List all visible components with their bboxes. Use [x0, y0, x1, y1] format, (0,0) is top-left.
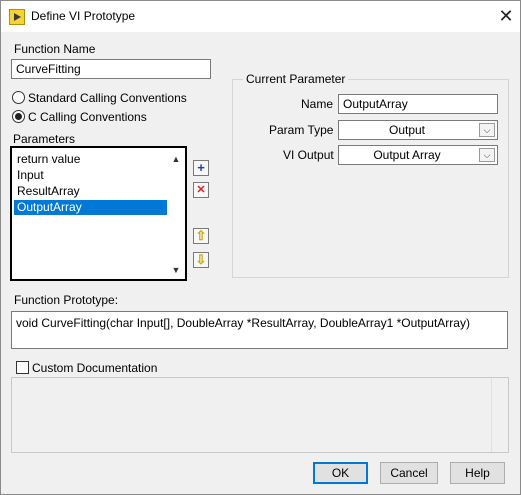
list-item[interactable]: Input	[14, 168, 167, 183]
list-item[interactable]: return value	[14, 152, 167, 167]
window-title: Define VI Prototype	[31, 9, 136, 23]
param-type-value: Output	[388, 123, 426, 137]
move-up-button[interactable]: ⇧	[193, 228, 209, 244]
app-icon	[9, 9, 25, 25]
standard-calling-radio[interactable]	[12, 91, 25, 104]
list-item[interactable]: ResultArray	[14, 184, 167, 199]
doc-scrollbar[interactable]	[491, 378, 508, 452]
standard-calling-label[interactable]: Standard Calling Conventions	[28, 91, 187, 105]
remove-parameter-button[interactable]: ✕	[193, 182, 209, 198]
vi-output-label: VI Output	[283, 148, 334, 162]
parameters-label: Parameters	[13, 132, 76, 146]
custom-doc-label[interactable]: Custom Documentation	[32, 361, 157, 375]
chevron-down-icon[interactable]: ⌵	[479, 148, 495, 162]
prototype-display: void CurveFitting(char Input[], DoubleAr…	[11, 311, 508, 349]
scroll-up-icon[interactable]: ▲	[169, 152, 183, 166]
param-type-label: Param Type	[269, 123, 334, 137]
param-type-select[interactable]: Output ⌵	[338, 120, 498, 140]
current-parameter-title: Current Parameter	[243, 72, 349, 86]
c-calling-label[interactable]: C Calling Conventions	[28, 110, 147, 124]
custom-doc-checkbox[interactable]	[16, 361, 29, 374]
vi-output-value: Output Array	[373, 148, 441, 162]
chevron-down-icon[interactable]: ⌵	[479, 123, 495, 137]
arrow-up-icon: ⇧	[195, 228, 207, 243]
vi-output-select[interactable]: Output Array ⌵	[338, 145, 498, 165]
prototype-label: Function Prototype:	[14, 293, 119, 307]
function-name-label: Function Name	[14, 42, 96, 56]
name-label: Name	[301, 97, 334, 111]
move-down-button[interactable]: ⇩	[193, 252, 209, 268]
parameters-list[interactable]: return value Input ResultArray OutputArr…	[10, 146, 187, 281]
ok-button[interactable]: OK	[313, 462, 368, 484]
custom-doc-textarea[interactable]	[11, 377, 509, 453]
help-button[interactable]: Help	[450, 462, 505, 484]
function-name-input[interactable]: CurveFitting	[11, 59, 211, 79]
title-bar: Define VI Prototype ✕	[0, 0, 521, 32]
close-button[interactable]: ✕	[495, 5, 517, 27]
plus-icon: +	[197, 160, 205, 175]
cancel-button[interactable]: Cancel	[380, 462, 438, 484]
add-parameter-button[interactable]: +	[193, 160, 209, 176]
arrow-down-icon: ⇩	[195, 252, 207, 267]
scroll-down-icon[interactable]: ▼	[169, 263, 183, 277]
c-calling-radio[interactable]	[12, 110, 25, 123]
name-input[interactable]: OutputArray	[338, 94, 498, 114]
remove-icon: ✕	[196, 184, 206, 196]
list-item-selected[interactable]: OutputArray	[14, 200, 167, 215]
